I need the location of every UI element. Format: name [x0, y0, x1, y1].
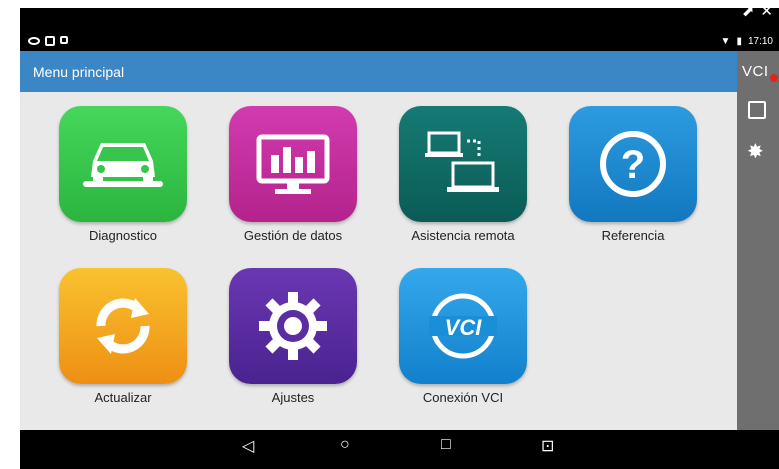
exit-icon[interactable]: [748, 101, 766, 119]
question-icon[interactable]: ?: [569, 106, 697, 222]
settings-gear-icon[interactable]: ✸: [747, 139, 764, 164]
image-icon: [60, 36, 68, 44]
tile-referencia[interactable]: ? Referencia: [568, 106, 698, 243]
tile-label: Asistencia remota: [411, 228, 515, 243]
popout-icon[interactable]: ⬈: [742, 2, 755, 20]
screenshot-button[interactable]: ⊡: [541, 436, 554, 456]
tile-label: Referencia: [601, 228, 665, 243]
tile-label: Gestión de datos: [243, 228, 343, 243]
right-sidebar: VCI ✸: [737, 51, 779, 430]
tile-asistencia-remota[interactable]: Asistencia remota: [398, 106, 528, 243]
notification-icon: [45, 36, 55, 46]
home-button[interactable]: ○: [340, 436, 350, 454]
car-wrench-icon[interactable]: [59, 106, 187, 222]
clock: 17:10: [747, 36, 773, 47]
eye-icon: [28, 37, 40, 45]
vci-disconnected-indicator: [770, 74, 778, 82]
svg-text:?: ?: [621, 143, 645, 187]
status-bar: ▼ ▮ 17:10: [20, 35, 779, 51]
monitor-chart-icon[interactable]: [229, 106, 357, 222]
battery-icon: ▮: [736, 36, 742, 47]
recents-button[interactable]: □: [441, 436, 451, 454]
navigation-bar: ◁ ○ □ ⊡: [20, 430, 779, 461]
back-button[interactable]: ◁: [242, 436, 254, 456]
main-menu: Diagnostico Gestión de datos Asistencia …: [20, 92, 737, 430]
wifi-icon: ▼: [720, 36, 731, 47]
svg-text:VCI: VCI: [445, 315, 483, 340]
vci-status[interactable]: VCI: [742, 63, 769, 80]
laptops-icon[interactable]: [399, 106, 527, 222]
gear-icon[interactable]: [229, 268, 357, 384]
tile-label: Actualizar: [94, 390, 152, 405]
tile-ajustes[interactable]: Ajustes: [228, 268, 358, 405]
window-controls: ⬈ ✕: [742, 2, 773, 20]
tile-actualizar[interactable]: Actualizar: [58, 268, 188, 405]
tile-diagnostico[interactable]: Diagnostico: [58, 106, 188, 243]
tile-conexion-vci[interactable]: VCI Conexión VCI: [398, 268, 528, 405]
tile-label: Diagnostico: [89, 228, 157, 243]
tile-label: Ajustes: [271, 390, 315, 405]
app-header: Menu principal: [20, 51, 737, 92]
tile-label: Conexión VCI: [422, 390, 504, 405]
refresh-icon[interactable]: [59, 268, 187, 384]
close-icon[interactable]: ✕: [760, 2, 773, 20]
tile-gestion-datos[interactable]: Gestión de datos: [228, 106, 358, 243]
page-title: Menu principal: [33, 64, 125, 80]
vci-logo-icon[interactable]: VCI: [399, 268, 527, 384]
